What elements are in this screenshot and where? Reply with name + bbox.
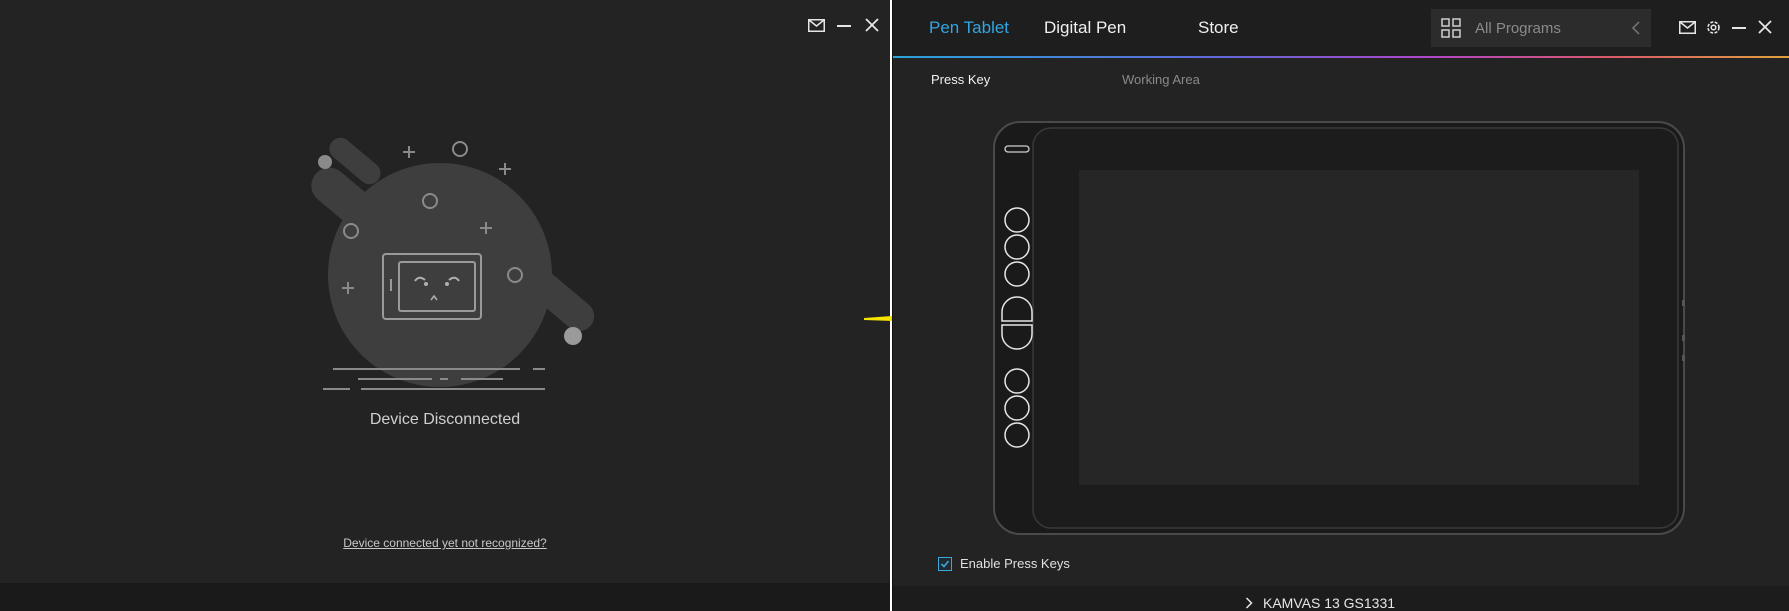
close-icon[interactable] (1755, 17, 1775, 37)
disconnected-illustration (311, 137, 595, 390)
disconnected-window: Device Disconnected Device connected yet… (0, 0, 890, 611)
mail-icon[interactable] (806, 15, 826, 35)
chevron-right-icon (1245, 597, 1253, 609)
program-selector[interactable]: All Programs (1431, 9, 1651, 47)
minimize-icon[interactable] (834, 15, 854, 35)
enable-press-keys-label: Enable Press Keys (960, 556, 1070, 571)
device-selector[interactable]: KAMVAS 13 GS1331 (1245, 595, 1395, 611)
chevron-left-icon[interactable] (1631, 21, 1641, 35)
check-icon (940, 559, 950, 568)
subtab-working-area[interactable]: Working Area (1122, 72, 1200, 87)
left-window-controls (806, 15, 882, 35)
minimize-icon[interactable] (1729, 17, 1749, 37)
enable-press-keys-row[interactable]: Enable Press Keys (938, 556, 1070, 571)
tab-pen-tablet[interactable]: Pen Tablet (929, 18, 1009, 38)
enable-press-keys-checkbox[interactable] (938, 556, 952, 571)
top-navigation: Pen Tablet Digital Pen Store All Program… (893, 0, 1789, 56)
tablet-diagram (993, 121, 1685, 535)
program-selector-placeholder: All Programs (1475, 20, 1561, 37)
mail-icon[interactable] (1677, 17, 1697, 37)
right-window-controls (1677, 17, 1775, 37)
tab-digital-pen[interactable]: Digital Pen (1044, 18, 1126, 38)
subtab-press-key[interactable]: Press Key (931, 72, 990, 87)
left-footer (0, 583, 890, 611)
accent-gradient-line (893, 56, 1789, 58)
device-not-recognized-link[interactable]: Device connected yet not recognized? (343, 536, 546, 550)
device-disconnected-label: Device Disconnected (369, 411, 521, 428)
device-name: KAMVAS 13 GS1331 (1263, 595, 1396, 611)
close-icon[interactable] (862, 15, 882, 35)
tab-store[interactable]: Store (1198, 18, 1239, 38)
help-link-container: Device connected yet not recognized? (0, 536, 890, 550)
grid-icon (1441, 18, 1461, 38)
gear-icon[interactable] (1703, 17, 1723, 37)
